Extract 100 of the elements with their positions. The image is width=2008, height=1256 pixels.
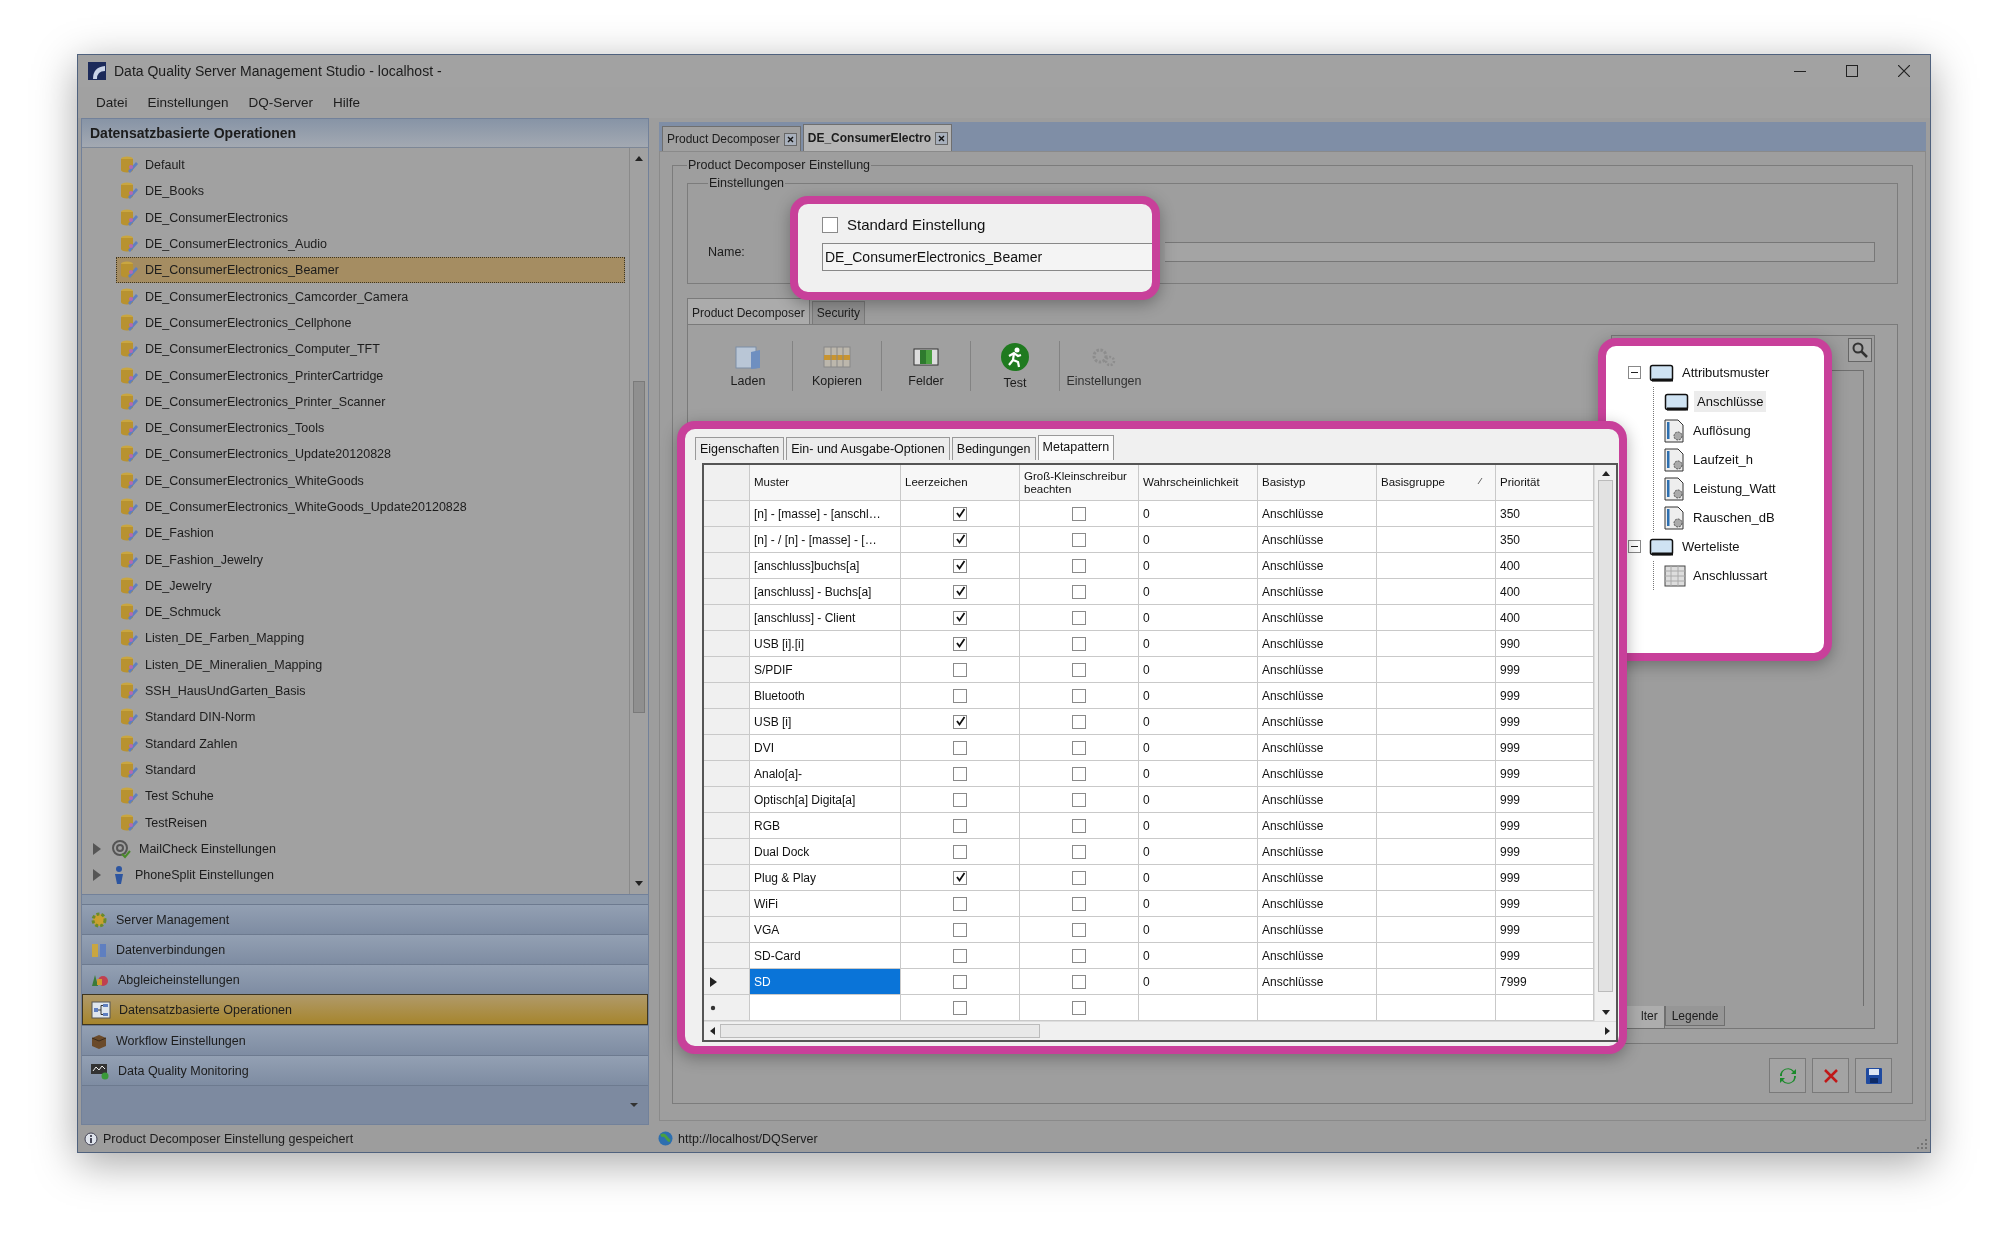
checkbox[interactable] — [953, 922, 967, 937]
scroll-left-icon[interactable] — [708, 1026, 716, 1036]
table-cell[interactable]: Plug & Play — [750, 865, 901, 891]
scroll-down-icon[interactable] — [634, 880, 644, 888]
checkbox[interactable] — [822, 216, 838, 233]
scrollbar-thumb[interactable] — [633, 381, 645, 713]
tree-item[interactable]: Standard DIN-Norm — [116, 704, 625, 731]
tree-item[interactable]: TestReisen — [116, 809, 625, 836]
column-header[interactable]: Basistyp — [1258, 465, 1377, 501]
nav-button[interactable]: Server Management — [82, 904, 648, 934]
tree-item[interactable]: DE_ConsumerElectronics_Update20120828 — [116, 441, 625, 468]
checkbox[interactable] — [953, 662, 967, 677]
menu-item[interactable]: Datei — [86, 95, 138, 110]
tree-item[interactable]: SSH_HausUndGarten_Basis — [116, 677, 625, 705]
table-cell[interactable]: [anschluss] - Client — [750, 605, 901, 631]
scrollbar-thumb[interactable] — [1598, 480, 1613, 992]
tab[interactable]: Security — [811, 301, 866, 324]
menu-item[interactable]: Einstellungen — [137, 95, 239, 110]
checkbox[interactable] — [953, 818, 967, 833]
tree-item[interactable]: DE_ConsumerElectronics_PrinterCartridge — [116, 362, 625, 389]
checkbox[interactable] — [1072, 636, 1086, 651]
tree-item[interactable]: DE_ConsumerElectronics_WhiteGoods — [116, 467, 625, 494]
column-header[interactable]: Wahrscheinlichkeit — [1139, 465, 1258, 501]
tree-item[interactable]: DE_ConsumerElectronics — [116, 204, 625, 231]
checkbox[interactable] — [953, 792, 967, 807]
tree-item[interactable]: DE_ConsumerElectronics_WhiteGoods_Update20120828 — [116, 493, 625, 521]
tree-node[interactable]: Leistung_Watt — [1690, 478, 1779, 499]
tree-item[interactable]: DE_ConsumerElectronics_Audio — [116, 230, 625, 258]
tree-node[interactable]: Rauschen_dB — [1690, 507, 1778, 528]
tree-item[interactable]: DE_ConsumerElectronics_Printer_Scanner — [116, 388, 625, 415]
close-icon[interactable] — [783, 132, 797, 146]
tab[interactable]: Product Decomposer — [687, 298, 810, 324]
scroll-up-icon[interactable] — [634, 154, 644, 162]
column-header[interactable]: Groß-Kleinschreibur beachten — [1020, 465, 1139, 501]
checkbox[interactable] — [1072, 766, 1086, 781]
scroll-up-icon[interactable] — [1600, 469, 1611, 477]
checkbox[interactable] — [1072, 584, 1086, 599]
table-cell[interactable]: [anschluss] - Buchs[a] — [750, 579, 901, 605]
checkbox[interactable] — [953, 584, 967, 599]
checkbox[interactable] — [1072, 662, 1086, 677]
column-header[interactable]: Muster — [750, 465, 901, 501]
checkbox[interactable] — [1072, 610, 1086, 625]
checkbox[interactable] — [953, 740, 967, 755]
resize-grip-icon[interactable] — [1916, 1138, 1928, 1150]
cancel-button[interactable] — [1812, 1058, 1849, 1093]
collapse-icon[interactable] — [1628, 540, 1641, 553]
table-cell[interactable]: [n] - / [n] - [masse] - [… — [750, 527, 901, 553]
tree-node[interactable]: Laufzeit_h — [1690, 449, 1756, 470]
checkbox[interactable] — [1072, 818, 1086, 833]
name-field[interactable]: DE_ConsumerElectronics_Beamer — [822, 243, 1152, 271]
toolbar-button[interactable]: Felder — [886, 344, 966, 388]
tree-node[interactable]: Werteliste — [1679, 536, 1743, 557]
scrollbar[interactable] — [629, 148, 648, 894]
expander-icon[interactable] — [91, 869, 103, 882]
tree-node[interactable]: Attributsmuster — [1679, 362, 1773, 383]
nav-button[interactable]: Data Quality Monitoring — [82, 1055, 648, 1085]
toolbar-button[interactable]: Kopieren — [797, 344, 877, 388]
tab[interactable]: Bedingungen — [951, 437, 1036, 460]
column-header[interactable]: Leerzeichen — [901, 465, 1020, 501]
table-cell[interactable]: Optisch[a] Digita[a] — [750, 787, 901, 813]
tree-item[interactable]: Standard — [116, 756, 625, 784]
tab[interactable]: Ein- und Ausgabe-Optionen — [786, 437, 950, 460]
tree-item[interactable]: Test Schuhe — [116, 783, 625, 810]
toolbar-button[interactable]: Test — [975, 342, 1055, 390]
tree-item[interactable]: Default — [116, 152, 625, 179]
tab[interactable]: Eigenschaften — [695, 437, 785, 460]
table-cell[interactable]: USB [i].[i] — [750, 631, 901, 657]
tree-item[interactable]: DE_Fashion — [116, 520, 625, 547]
document-tab[interactable]: Product Decomposer — [662, 126, 801, 151]
tree-item[interactable]: DE_ConsumerElectronics_Beamer — [116, 257, 625, 284]
column-header[interactable]: Priorität — [1496, 465, 1594, 501]
table-cell[interactable]: Analo[a]- — [750, 761, 901, 787]
nav-button[interactable]: Datenverbindungen — [82, 934, 648, 964]
checkbox[interactable] — [953, 870, 967, 885]
name-field[interactable] — [1164, 242, 1875, 262]
expander-icon[interactable] — [91, 842, 103, 855]
scrollbar-thumb[interactable] — [720, 1024, 1040, 1038]
tree-item[interactable]: DE_Schmuck — [116, 599, 625, 626]
tree-node[interactable]: Anschlüsse — [1694, 391, 1767, 412]
tree-item[interactable]: DE_Books — [116, 178, 625, 205]
chevron-down-icon[interactable] — [630, 1102, 638, 1108]
tree-item[interactable]: DE_ConsumerElectronics_Cellphone — [116, 309, 625, 337]
checkbox[interactable] — [953, 714, 967, 729]
menu-item[interactable]: Hilfe — [323, 95, 371, 110]
column-header[interactable]: Basisgruppe — [1377, 465, 1496, 501]
table-cell[interactable]: VGA — [750, 917, 901, 943]
checkbox[interactable] — [1072, 974, 1086, 989]
save-button[interactable] — [1855, 1058, 1892, 1093]
checkbox[interactable] — [1072, 896, 1086, 911]
tree-item[interactable]: Listen_DE_Farben_Mapping — [116, 625, 625, 652]
table-cell[interactable]: [anschluss]buchs[a] — [750, 553, 901, 579]
tree-item[interactable]: MailCheck Einstellungen — [90, 835, 625, 862]
tree-item[interactable]: PhoneSplit Einstellungen — [90, 862, 625, 889]
refresh-button[interactable] — [1769, 1058, 1806, 1093]
splitter-handle[interactable] — [82, 894, 648, 904]
nav-button[interactable]: Workflow Einstellungen — [82, 1025, 648, 1055]
tree-item[interactable]: DE_ConsumerElectronics_Camcorder_Camera — [116, 283, 625, 310]
close-icon[interactable] — [935, 131, 949, 145]
nav-button[interactable]: Datensatzbasierte Operationen — [82, 994, 648, 1025]
table-cell[interactable]: RGB — [750, 813, 901, 839]
